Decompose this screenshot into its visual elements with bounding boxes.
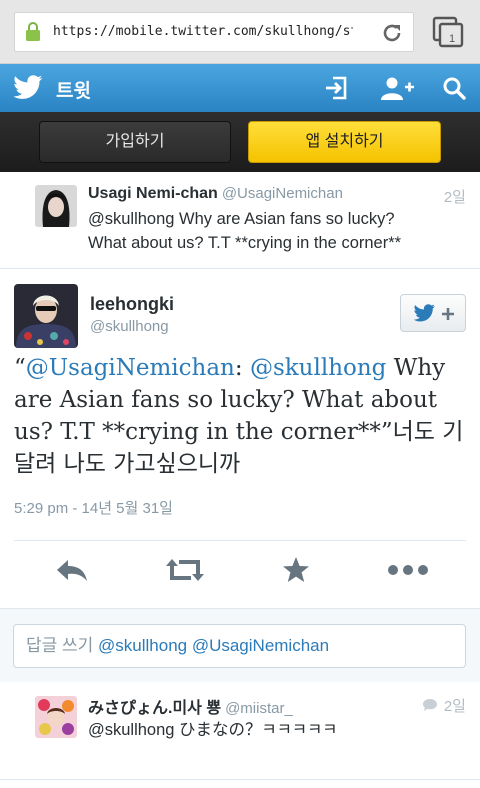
search-icon[interactable] <box>442 76 466 100</box>
reply-icon[interactable] <box>55 556 89 584</box>
reply-bar: 답글 쓰기 @skullhong @UsagiNemichan <box>0 608 480 682</box>
twitter-bird-icon[interactable] <box>12 75 44 101</box>
address-bar[interactable]: https://mobile.twitter.com/skullhong/sta… <box>14 12 414 52</box>
signup-bar: 가입하기 앱 설치하기 <box>0 112 480 172</box>
tweet-time[interactable]: 2일 <box>444 186 466 207</box>
favorite-star-icon[interactable] <box>282 556 310 584</box>
reply-placeholder: 답글 쓰기 <box>26 636 99 655</box>
mention-link[interactable]: @UsagiNemichan <box>26 355 235 381</box>
avatar[interactable] <box>35 696 77 738</box>
reply-mentions: @skullhong @UsagiNemichan <box>98 636 330 655</box>
in-reply-to-tweet[interactable]: Usagi Nemi-chan @UsagiNemichan 2일 @skullh… <box>0 172 480 268</box>
follow-button[interactable] <box>400 294 466 332</box>
author-handle: @miistar_ <box>225 700 293 717</box>
tweet-author[interactable]: Usagi Nemi-chan @UsagiNemichan <box>88 185 343 203</box>
tweet-text-line: What about us? T.T **crying in the corne… <box>88 234 402 252</box>
lock-icon <box>26 22 40 41</box>
divider <box>0 268 480 269</box>
add-user-icon[interactable] <box>380 76 414 100</box>
author-handle[interactable]: @skullhong <box>90 318 169 335</box>
tweet-text: “@UsagiNemichan: @skullhong Why are Asia… <box>14 352 470 480</box>
author-handle: @UsagiNemichan <box>221 185 343 202</box>
sign-in-icon[interactable] <box>324 76 348 100</box>
tweet-time[interactable]: 2일 <box>444 695 466 716</box>
divider <box>0 779 480 780</box>
conversation-icon <box>423 699 437 711</box>
quote-mark: “ <box>14 355 26 381</box>
more-icon[interactable] <box>386 556 430 584</box>
avatar[interactable] <box>14 284 78 348</box>
retweet-icon[interactable] <box>165 556 205 584</box>
twitter-header: 트윗 <box>0 64 480 112</box>
browser-toolbar: https://mobile.twitter.com/skullhong/sta… <box>0 0 480 64</box>
reply-input[interactable]: 답글 쓰기 @skullhong @UsagiNemichan <box>13 624 466 668</box>
tweet-text: @skullhong Why are Asian fans so lucky? … <box>88 207 468 255</box>
author-name[interactable]: leehongki <box>90 294 174 315</box>
install-app-button[interactable]: 앱 설치하기 <box>248 121 441 163</box>
author-name: Usagi Nemi-chan <box>88 185 218 202</box>
page-title: 트윗 <box>56 81 91 102</box>
tabs-icon[interactable]: 1 <box>432 16 464 48</box>
url-text: https://mobile.twitter.com/skullhong/sta… <box>53 24 353 39</box>
tweet-timestamp[interactable]: 5:29 pm - 14년 5월 31일 <box>14 497 173 518</box>
tweet-text: @skullhong ひまなの？ㅋㅋㅋㅋㅋ <box>88 721 338 739</box>
divider <box>14 540 466 541</box>
separator: : <box>234 355 250 381</box>
reload-icon[interactable] <box>381 22 403 44</box>
author-name: みさぴょん.미사 뿅 <box>88 700 222 717</box>
tweet-author[interactable]: みさぴょん.미사 뿅 @miistar_ <box>88 694 293 718</box>
svg-text:1: 1 <box>449 33 455 45</box>
mention-link[interactable]: @skullhong <box>250 355 386 381</box>
follow-bird-icon <box>413 304 454 322</box>
avatar[interactable] <box>35 185 77 227</box>
tweet-text-line: @skullhong Why are Asian fans so lucky? <box>88 210 395 228</box>
reply-tweet[interactable]: みさぴょん.미사 뿅 @miistar_ 2일 @skullhong ひまなの？ㅋ… <box>0 683 480 788</box>
signup-button[interactable]: 가입하기 <box>39 121 231 163</box>
